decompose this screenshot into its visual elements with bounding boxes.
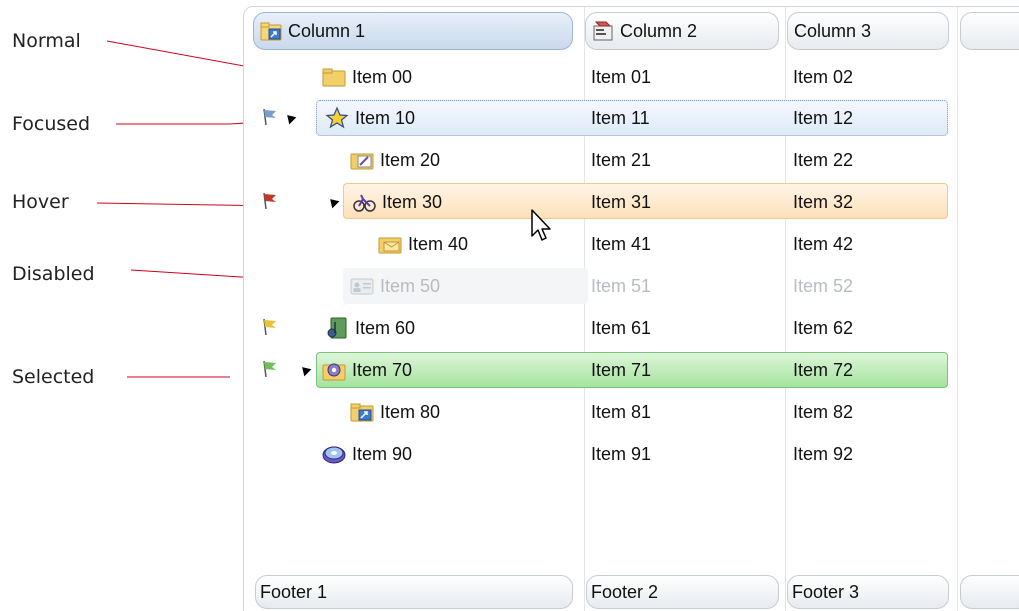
tree-grid-demo: Normal Focused Hover Disabled Selected C… xyxy=(0,0,1019,611)
cell-row9-col3[interactable]: Item 92 xyxy=(793,436,853,472)
cell-row8-col2[interactable]: Item 81 xyxy=(591,394,651,430)
cell-label: Item 50 xyxy=(380,275,441,296)
cell-row2-col3[interactable]: Item 22 xyxy=(793,142,853,178)
tree-row-item-80[interactable]: Item 80 xyxy=(350,394,440,430)
disc-icon xyxy=(322,446,346,464)
column-header-1[interactable]: Column 1 xyxy=(253,12,573,50)
cell-row9-col2[interactable]: Item 91 xyxy=(591,436,651,472)
shortcut-folder-icon xyxy=(260,22,282,41)
folder-icon xyxy=(322,68,346,87)
cell-row4-col2[interactable]: Item 41 xyxy=(591,226,651,262)
tree-row-item-10[interactable]: Item 10 xyxy=(325,100,415,136)
bicycle-icon xyxy=(353,194,376,212)
cell-label: Item 40 xyxy=(408,233,469,254)
column-header-1-label: Column 1 xyxy=(288,20,366,41)
column-separator xyxy=(785,7,786,611)
tree-grid[interactable] xyxy=(243,6,1019,611)
cell-row7-col2[interactable]: Item 71 xyxy=(591,352,651,388)
tree-row-item-00[interactable]: Item 00 xyxy=(322,59,412,95)
footer-3: Footer 3 xyxy=(787,575,949,609)
cell-label: Item 60 xyxy=(355,317,416,338)
cell-label: Item 90 xyxy=(352,443,413,464)
cell-row1-col2[interactable]: Item 11 xyxy=(591,100,650,136)
column-header-3-label: Column 3 xyxy=(794,20,872,41)
tree-row-item-30[interactable]: Item 30 xyxy=(352,184,442,220)
cell-row8-col3[interactable]: Item 82 xyxy=(793,394,853,430)
tree-row-item-50: Item 50 xyxy=(350,268,440,304)
cell-row4-col3[interactable]: Item 42 xyxy=(793,226,853,262)
star-icon xyxy=(325,106,349,129)
yellow-flag-icon[interactable] xyxy=(262,318,278,336)
red-flag-icon[interactable] xyxy=(262,192,278,210)
cell-label: Item 80 xyxy=(380,401,441,422)
cell-row3-col2[interactable]: Item 31 xyxy=(591,184,651,220)
tree-row-item-90[interactable]: Item 90 xyxy=(322,436,412,472)
cell-label: Item 00 xyxy=(352,66,413,87)
footer-2-label: Footer 2 xyxy=(591,581,659,602)
cell-label: Item 30 xyxy=(382,191,443,212)
column-header-2[interactable]: Column 2 xyxy=(585,12,779,50)
footer-2: Footer 2 xyxy=(586,575,779,609)
properties-icon xyxy=(593,21,613,41)
tree-row-item-60[interactable]: Item 60 xyxy=(325,310,415,346)
cell-label: Item 70 xyxy=(352,359,413,380)
tree-row-item-70[interactable]: Item 70 xyxy=(322,352,412,388)
blue-flag-icon[interactable] xyxy=(262,108,278,126)
shortcut-folder-icon xyxy=(350,403,374,422)
cell-row6-col2[interactable]: Item 61 xyxy=(591,310,651,346)
footer-1: Footer 1 xyxy=(255,575,573,609)
column-header-empty[interactable] xyxy=(960,12,1019,50)
cell-row5-col3: Item 52 xyxy=(793,275,854,296)
cell-row0-col3[interactable]: Item 02 xyxy=(793,59,853,95)
column-separator xyxy=(957,7,958,611)
media-icon xyxy=(327,317,347,339)
column-header-3[interactable]: Column 3 xyxy=(787,12,949,50)
cell-row3-col3[interactable]: Item 32 xyxy=(793,184,853,220)
cell-label: Item 10 xyxy=(355,107,416,128)
tree-row-item-40[interactable]: Item 40 xyxy=(378,226,468,262)
mail-folder-icon xyxy=(378,237,402,254)
column-header-2-label: Column 2 xyxy=(620,20,698,41)
settings-folder-icon xyxy=(322,363,346,381)
cell-row5-col2: Item 51 xyxy=(591,275,652,296)
tree-row-item-20[interactable]: Item 20 xyxy=(350,142,440,178)
cell-row7-col3[interactable]: Item 72 xyxy=(793,352,853,388)
contact-card-icon xyxy=(350,278,374,295)
cell-row0-col2[interactable]: Item 01 xyxy=(591,59,651,95)
footer-3-label: Footer 3 xyxy=(792,581,860,602)
edit-folder-icon xyxy=(350,153,374,170)
footer-1-label: Footer 1 xyxy=(260,581,328,602)
footer-empty xyxy=(960,575,1019,609)
cell-label: Item 20 xyxy=(380,149,441,170)
cell-row2-col2[interactable]: Item 21 xyxy=(591,142,651,178)
cell-row6-col3[interactable]: Item 62 xyxy=(793,310,853,346)
green-flag-icon[interactable] xyxy=(262,360,278,378)
mouse-cursor-icon xyxy=(531,209,551,241)
cell-row1-col3[interactable]: Item 12 xyxy=(793,100,853,136)
column-separator xyxy=(584,7,585,611)
